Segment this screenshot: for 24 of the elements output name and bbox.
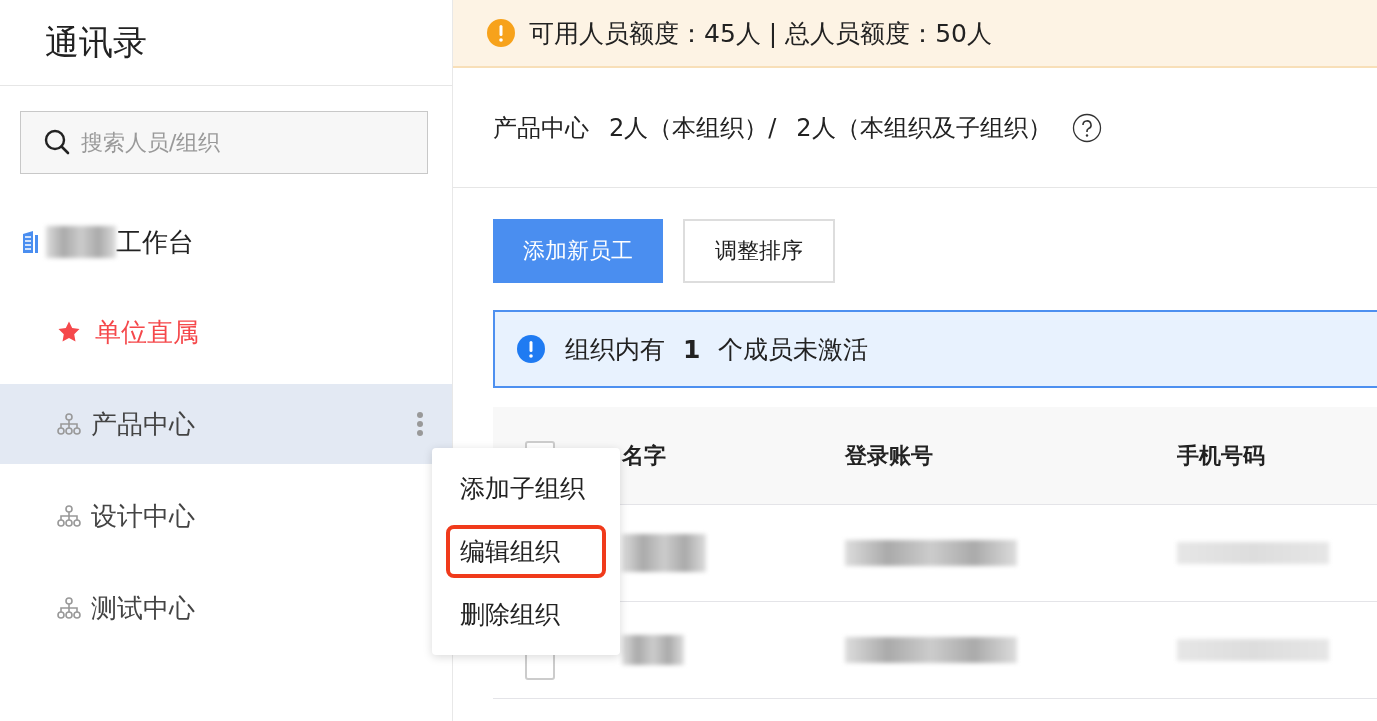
more-icon[interactable] xyxy=(416,411,424,437)
search-field[interactable]: 搜索人员/组织 xyxy=(20,111,428,174)
warning-icon xyxy=(487,19,515,47)
sidebar-title: 通讯录 xyxy=(45,20,147,64)
org-tree-item[interactable]: 产品中心 xyxy=(0,384,452,464)
column-header: 手机号码 xyxy=(1177,441,1266,470)
redacted-text xyxy=(622,635,684,665)
alert-text: 组织内有 1 个成员未激活 xyxy=(565,333,869,366)
sort-button[interactable]: 调整排序 xyxy=(683,219,835,283)
help-icon[interactable] xyxy=(1071,112,1102,143)
org-tree-item[interactable]: 单位直属 xyxy=(0,292,452,372)
member-count: 2人（本组织）/ xyxy=(609,112,777,144)
org-name: 产品中心 xyxy=(493,112,589,144)
info-icon xyxy=(517,335,545,363)
org-chart-icon xyxy=(57,505,81,527)
column-header: 名字 xyxy=(622,441,667,470)
org-chart-icon xyxy=(57,413,81,435)
menu-item[interactable]: 编辑组织 xyxy=(446,525,606,578)
column-header: 登录账号 xyxy=(845,441,934,470)
star-icon xyxy=(57,320,81,344)
member-count: 2人（本组织及子组织） xyxy=(796,112,1052,144)
quota-text: 可用人员额度：45人 | 总人员额度：50人 xyxy=(529,17,992,50)
org-chart-icon xyxy=(57,597,81,619)
workspace-name: 工作台 xyxy=(116,225,194,259)
